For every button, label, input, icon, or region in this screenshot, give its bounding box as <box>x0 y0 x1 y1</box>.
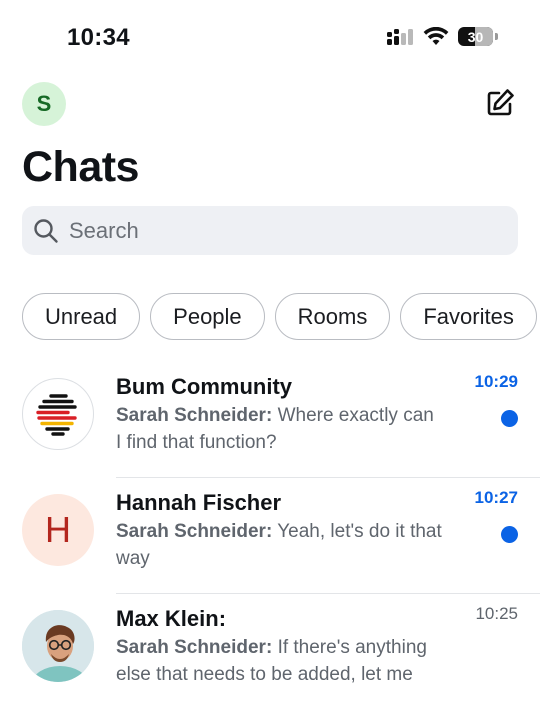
contact-avatar-initial: H <box>45 509 71 550</box>
filter-chips: Unread People Rooms Favorites <box>22 293 537 340</box>
compose-icon <box>487 89 514 116</box>
chat-preview: Sarah Schneider: If there's anything els… <box>116 634 444 688</box>
status-time: 10:34 <box>67 24 130 51</box>
cellular-signal-icon <box>387 28 413 45</box>
chat-time: 10:25 <box>475 604 518 623</box>
search-bar[interactable] <box>22 206 518 255</box>
community-logo-icon <box>36 394 77 436</box>
battery-level: 30 <box>467 28 484 45</box>
chat-time: 10:27 <box>474 488 518 507</box>
room-avatar <box>22 378 94 450</box>
filter-chip-people[interactable]: People <box>150 293 265 340</box>
person-photo-icon <box>22 610 94 682</box>
account-avatar-initial: S <box>36 91 52 116</box>
filter-chip-favorites[interactable]: Favorites <box>400 293 537 340</box>
chat-preview: Sarah Schneider: Where exactly can I fin… <box>116 402 444 456</box>
chat-sender: Sarah Schneider: <box>116 637 273 658</box>
wifi-icon <box>423 27 449 45</box>
page-title: Chats <box>22 143 139 191</box>
chat-sender: Sarah Schneider: <box>116 405 273 426</box>
chat-list-item[interactable]: Max Klein: Sarah Schneider: If there's a… <box>0 594 540 710</box>
battery-icon: 30 <box>458 27 493 46</box>
chat-preview: Sarah Schneider: Yeah, let's do it that … <box>116 518 444 572</box>
compose-button[interactable] <box>484 87 516 119</box>
search-icon <box>34 218 58 243</box>
chat-time: 10:29 <box>474 372 518 391</box>
contact-photo-avatar <box>22 610 94 682</box>
status-icons: 30 <box>386 27 498 46</box>
chat-name: Bum Community <box>116 374 292 399</box>
chat-name: Hannah Fischer <box>116 490 282 515</box>
unread-indicator <box>501 526 518 543</box>
chat-sender: Sarah Schneider: <box>116 521 273 542</box>
chat-name: Max Klein: <box>116 606 227 631</box>
filter-chip-unread[interactable]: Unread <box>22 293 141 340</box>
chat-list-item[interactable]: H Hannah Fischer Sarah Schneider: Yeah, … <box>0 478 540 594</box>
chat-list-item[interactable]: Bum Community Sarah Schneider: Where exa… <box>0 362 540 478</box>
search-input[interactable] <box>67 216 491 245</box>
filter-chip-rooms[interactable]: Rooms <box>274 293 391 340</box>
status-bar: 10:34 30 <box>0 0 540 80</box>
battery-cap <box>495 33 498 40</box>
contact-avatar: H <box>22 494 94 566</box>
account-avatar[interactable]: S <box>22 82 66 126</box>
unread-indicator <box>501 410 518 427</box>
